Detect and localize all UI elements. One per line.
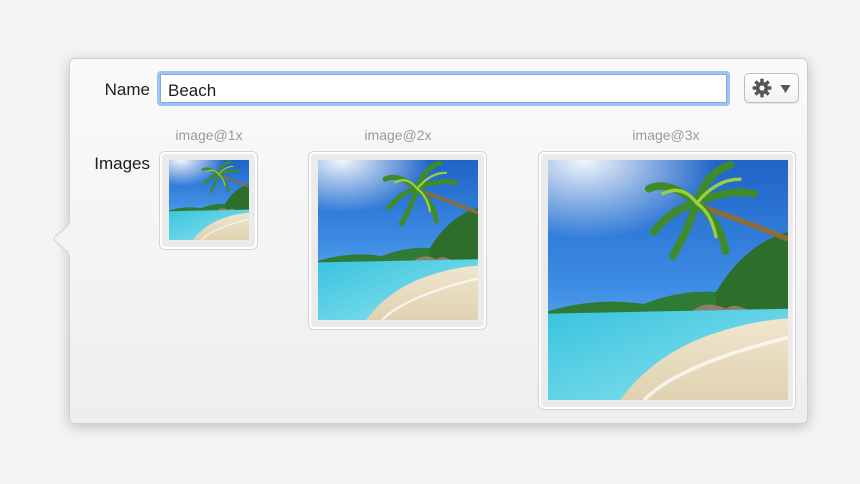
asset-popover: Name Images image@1x image@2x [53, 58, 808, 424]
slot-caption-3x: image@3x [632, 127, 700, 143]
popover-arrow [53, 223, 71, 255]
beach-image-2x [318, 160, 478, 320]
chevron-down-icon [780, 85, 791, 93]
images-label: Images [94, 154, 150, 173]
name-input[interactable] [168, 80, 708, 102]
gear-icon [752, 78, 772, 98]
image-well-3x[interactable] [539, 152, 795, 409]
beach-image-3x [548, 160, 788, 400]
name-label: Name [104, 80, 150, 99]
image-well-1x[interactable] [160, 152, 257, 249]
image-well-2x[interactable] [309, 152, 486, 329]
action-menu-button[interactable] [744, 73, 799, 103]
slot-caption-1x: image@1x [175, 127, 243, 143]
beach-image-1x [169, 160, 249, 240]
slot-caption-2x: image@2x [364, 127, 432, 143]
name-field[interactable] [157, 71, 730, 106]
